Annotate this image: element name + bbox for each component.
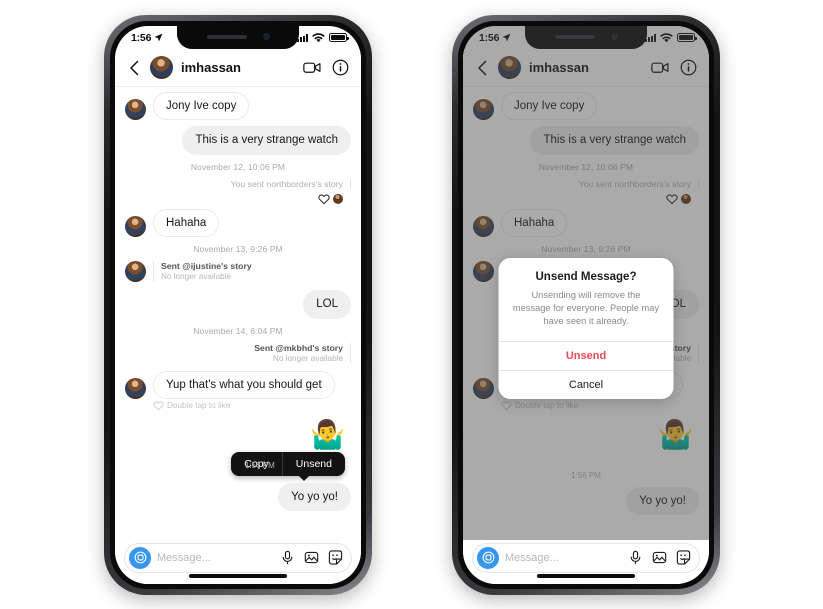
message-timestamp: 1:56 PM: [245, 460, 275, 470]
story-share-body: You sent northborders's story: [231, 179, 343, 189]
story-share-label: Sent @mkbhd's story: [254, 342, 343, 353]
message-bubble[interactable]: Jony Ive copy: [153, 92, 250, 121]
phone-screen-left: 1:56 imhassan Jony Ive copy This is a ve…: [115, 26, 361, 584]
phone-screen-right: 1:56 imhassan Jony Ive copy This is a ve…: [463, 26, 709, 584]
story-thread-line: [153, 261, 154, 283]
message-input-placeholder[interactable]: Message...: [157, 552, 274, 564]
phone-left: 1:56 imhassan Jony Ive copy This is a ve…: [104, 15, 372, 595]
message-input-container[interactable]: Message...: [472, 542, 700, 573]
message-bubble[interactable]: This is a very strange watch: [182, 126, 351, 155]
message-bubble[interactable]: Yo yo yo!: [278, 482, 351, 512]
story-share-label: You sent northborders's story: [230, 178, 343, 189]
avatar[interactable]: [150, 56, 173, 79]
phone-right: 1:56 imhassan Jony Ive copy This is a ve…: [452, 15, 720, 595]
status-bar-right: [297, 32, 349, 43]
day-separator: November 12, 10:06 PM: [190, 161, 286, 172]
story-unavailable-label: No longer available: [161, 272, 232, 282]
video-camera-icon[interactable]: [303, 60, 322, 75]
nav-actions: [303, 59, 349, 76]
day-separator: November 13, 9:26 PM: [193, 244, 283, 255]
status-bar-left: 1:56: [131, 32, 163, 44]
double-tap-hint: Double tap to like: [153, 400, 351, 411]
earpiece-speaker: [206, 34, 247, 39]
wifi-icon: [312, 32, 325, 42]
message-row: Jony Ive copy: [125, 92, 351, 121]
page-title: imhassan: [181, 60, 241, 75]
heart-icon[interactable]: [318, 193, 330, 205]
photo-icon[interactable]: [304, 550, 319, 565]
message-bubble[interactable]: LOL: [303, 290, 351, 319]
photo-icon[interactable]: [652, 550, 667, 565]
avatar: [125, 216, 146, 238]
unsend-message-dialog: Unsend Message? Unsending will remove th…: [498, 258, 674, 399]
story-thread-line: [350, 342, 351, 363]
message-bubble[interactable]: Hahaha: [153, 208, 220, 238]
message-row: Yup that's what you should get: [125, 370, 351, 399]
story-share-row: Sent @ijustine's story No longer availab…: [125, 261, 351, 283]
camera-icon[interactable]: [477, 546, 499, 569]
dialog-cancel-button[interactable]: Cancel: [498, 369, 674, 399]
home-indicator: [189, 574, 287, 578]
reaction-row[interactable]: [125, 193, 343, 205]
story-share-body[interactable]: Sent @mkbhd's story No longer available: [254, 343, 343, 363]
home-indicator: [537, 574, 635, 578]
status-time: 1:56: [131, 31, 152, 44]
sticker-icon[interactable]: [328, 550, 343, 565]
dialog-unsend-button[interactable]: Unsend: [498, 340, 674, 370]
dialog-message: Unsending will remove the message for ev…: [512, 290, 660, 327]
message-row: LOL: [125, 290, 351, 319]
avatar: [125, 99, 146, 121]
reactor-avatar: [333, 193, 343, 204]
message-input-placeholder[interactable]: Message...: [505, 552, 622, 564]
story-thread-line: [350, 178, 351, 189]
camera-icon[interactable]: [129, 546, 151, 569]
dialog-title: Unsend Message?: [535, 271, 637, 283]
story-share-label: Sent @ijustine's story: [161, 261, 252, 272]
day-separator: November 14, 6:04 PM: [193, 325, 283, 336]
microphone-icon[interactable]: [280, 550, 295, 565]
message-row: This is a very strange watch: [125, 126, 351, 155]
message-row: Hahaha: [125, 208, 351, 238]
screenshot-stage: 1:56 imhassan Jony Ive copy This is a ve…: [0, 0, 823, 609]
message-thread[interactable]: Jony Ive copy This is a very strange wat…: [115, 87, 361, 540]
microphone-icon[interactable]: [628, 550, 643, 565]
double-tap-label: Double tap to like: [167, 400, 231, 410]
shrug-emoji[interactable]: 🤷‍♂️: [310, 420, 345, 449]
sticker-icon[interactable]: [676, 550, 691, 565]
info-circle-icon[interactable]: [332, 59, 349, 76]
heart-outline-icon: [153, 401, 164, 411]
input-bar-actions: [280, 550, 343, 565]
conversation-header: imhassan: [115, 49, 361, 87]
front-camera: [262, 33, 270, 40]
battery-full-icon: [329, 33, 349, 42]
phone-bezel: 1:56 imhassan Jony Ive copy This is a ve…: [458, 21, 714, 589]
story-share-row: Sent @mkbhd's story No longer available: [125, 342, 351, 363]
message-bubble[interactable]: Yup that's what you should get: [153, 370, 335, 399]
message-row: Yo yo yo!: [125, 482, 351, 512]
avatar: [125, 261, 146, 283]
phone-bezel: 1:56 imhassan Jony Ive copy This is a ve…: [110, 21, 366, 589]
notch: [177, 26, 299, 49]
message-context-menu-wrap: 1:56 PM Copy Unsend: [125, 451, 345, 481]
emoji-message-row: 🤷‍♂️: [125, 420, 345, 449]
story-share-row[interactable]: You sent northborders's story: [125, 178, 351, 189]
chevron-left-icon[interactable]: [127, 60, 143, 76]
context-menu-arrow: [298, 474, 310, 481]
location-arrow-icon: [154, 33, 163, 42]
story-unavailable-label: No longer available: [272, 353, 343, 363]
dialog-body: Unsend Message? Unsending will remove th…: [499, 258, 674, 341]
input-bar-actions: [628, 550, 691, 565]
unsend-button[interactable]: Unsend: [283, 452, 345, 476]
avatar: [125, 377, 146, 399]
message-input-container[interactable]: Message...: [124, 542, 352, 573]
story-share-body[interactable]: Sent @ijustine's story No longer availab…: [161, 261, 252, 281]
